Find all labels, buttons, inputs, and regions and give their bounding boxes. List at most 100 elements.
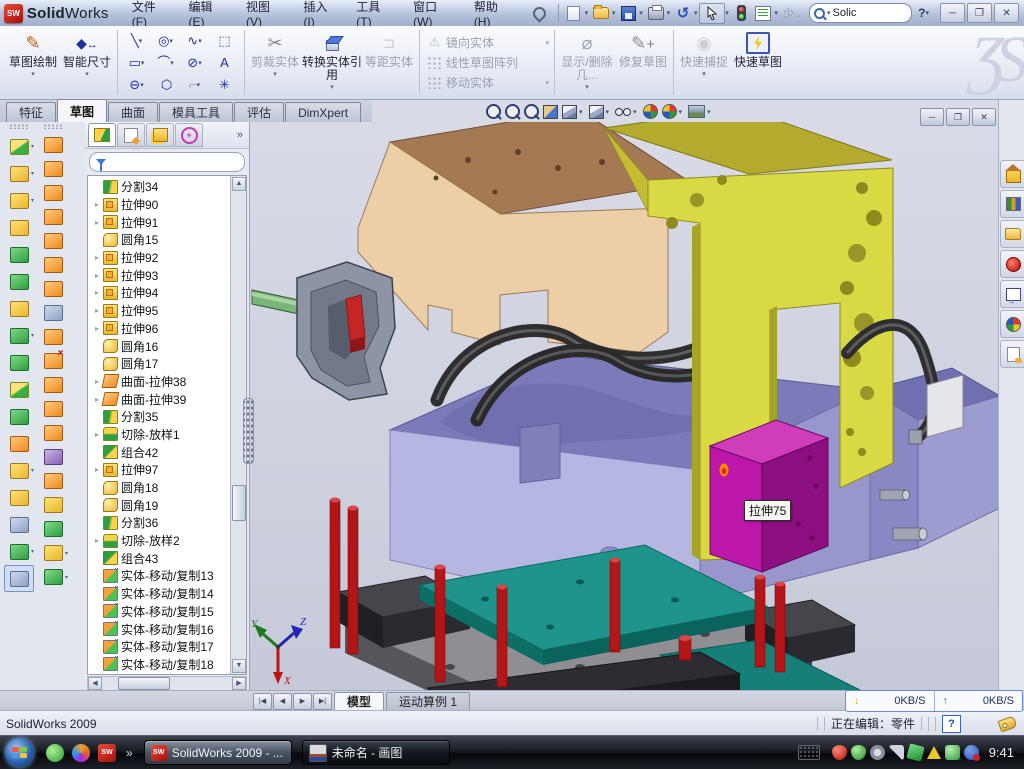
print-button[interactable]	[646, 4, 666, 22]
quick-launch-chevron[interactable]: »	[126, 746, 133, 760]
task-pane-solidworks-resources-tab[interactable]	[1000, 250, 1024, 278]
untrim-surface-tool[interactable]	[38, 445, 68, 469]
undo-button[interactable]: ↺	[673, 4, 693, 22]
dropdown-arrow-icon[interactable]: ▾	[579, 108, 583, 116]
dropdown-arrow-icon[interactable]: ▾	[65, 574, 68, 581]
panel-splitter-handle[interactable]	[243, 398, 254, 464]
tree-item-拉伸95[interactable]: ▸拉伸95	[88, 302, 231, 320]
reference-axis-tool[interactable]	[4, 511, 34, 538]
planar-surface-tool[interactable]	[38, 277, 68, 301]
smart-dimension-button[interactable]: ◆↔ 智能尺寸 ▾	[60, 26, 114, 99]
chamfer-tool[interactable]	[4, 214, 34, 241]
tab-DimXpert[interactable]: DimXpert	[285, 102, 361, 122]
dropdown-arrow-icon[interactable]: ▾	[198, 59, 202, 67]
tray-security-green-icon[interactable]	[851, 745, 866, 760]
dropdown-arrow-icon[interactable]: ▾	[139, 37, 143, 45]
last-tab-button[interactable]: ▶|	[313, 693, 332, 710]
restore-button[interactable]: ❐	[967, 3, 992, 23]
thicken-tool[interactable]	[38, 469, 68, 493]
line-tool[interactable]: ╲▾	[123, 30, 152, 52]
start-button[interactable]	[5, 738, 34, 767]
taskbar-button-paint[interactable]: 未命名 - 画图	[302, 740, 450, 765]
options-button[interactable]	[754, 4, 774, 22]
minimize-button[interactable]: ─	[940, 3, 965, 23]
zoom-area-button[interactable]	[505, 104, 520, 119]
dropdown-arrow-icon[interactable]: ▾	[31, 197, 34, 204]
lofted-boss-tool[interactable]	[4, 241, 34, 268]
task-pane-custom-properties-tab[interactable]	[1000, 340, 1024, 368]
model-canvas[interactable]: Y Z X	[250, 122, 998, 690]
move-copy-body-tool[interactable]	[4, 430, 34, 457]
dropdown-arrow-icon[interactable]: ▾	[170, 59, 174, 67]
scrollbar-thumb[interactable]	[232, 485, 246, 521]
extruded-cut-tool[interactable]: ▾	[4, 160, 34, 187]
tree-item-拉伸90[interactable]: ▸拉伸90	[88, 196, 231, 214]
split-tool[interactable]	[4, 349, 34, 376]
view-settings-button[interactable]: ▾	[688, 105, 713, 118]
dropdown-arrow-icon[interactable]: ▾	[198, 37, 202, 45]
dropdown-arrow-icon[interactable]: ▾	[65, 550, 68, 557]
configuration-manager-tab[interactable]	[146, 123, 174, 147]
taskbar-button-solidworks[interactable]: SW SolidWorks 2009 - ...	[144, 740, 292, 765]
graphics-viewport[interactable]: ▾▾▾▾▾ ─ ❐ ✕	[250, 100, 998, 690]
previous-tab-button[interactable]: ◀	[273, 693, 292, 710]
fillet-surface-tool[interactable]	[38, 493, 68, 517]
tray-sync-icon[interactable]	[906, 743, 924, 761]
tree-item-实体-移动/复制15[interactable]: 实体-移动/复制15	[88, 603, 231, 621]
dropdown-arrow-icon[interactable]: ▾	[31, 548, 34, 555]
tree-filter-input[interactable]	[89, 152, 245, 172]
tree-item-拉伸96[interactable]: ▸拉伸96	[88, 320, 231, 338]
ruled-surface-tool[interactable]	[38, 325, 68, 349]
reference-plane-tool[interactable]	[4, 484, 34, 511]
slot-tool[interactable]: ⊖▾	[123, 74, 152, 96]
panel-overflow-chevron[interactable]: »	[237, 129, 243, 141]
expand-arrow-icon[interactable]: ▸	[92, 395, 102, 404]
offset-entities-button[interactable]: ⊐ 等距实体	[362, 26, 416, 99]
tree-item-圆角15[interactable]: 圆角15	[88, 231, 231, 249]
wrap-tool[interactable]	[4, 295, 34, 322]
expand-arrow-icon[interactable]: ▸	[92, 465, 102, 474]
tree-item-圆角19[interactable]: 圆角19	[88, 496, 231, 514]
tree-item-圆角16[interactable]: 圆角16	[88, 337, 231, 355]
dropdown-arrow-icon[interactable]: ▾	[197, 81, 201, 89]
tree-item-切除-放样1[interactable]: ▸切除-放样1	[88, 426, 231, 444]
search-box[interactable]: ▾ Solic	[809, 3, 912, 23]
scroll-left-arrow[interactable]: ◀	[88, 677, 102, 690]
shell-tool[interactable]	[4, 268, 34, 295]
extruded-surface-tool[interactable]	[38, 181, 68, 205]
tree-item-曲面-拉伸38[interactable]: ▸曲面-拉伸38	[88, 373, 231, 391]
dropdown-arrow-icon[interactable]: ▾	[31, 332, 34, 339]
quick-launch-solidworks-icon[interactable]: SW	[98, 744, 116, 762]
reference-point-2-tool[interactable]: ▾	[38, 541, 68, 565]
property-manager-tab[interactable]	[117, 123, 145, 147]
freeform-tool[interactable]	[38, 517, 68, 541]
tree-item-实体-移动/复制16[interactable]: 实体-移动/复制16	[88, 620, 231, 638]
help-button[interactable]: ?	[918, 6, 925, 20]
tree-item-拉伸91[interactable]: ▸拉伸91	[88, 213, 231, 231]
helix-2-tool[interactable]: ▾	[38, 565, 68, 589]
circle-tool[interactable]: ◎▾	[152, 30, 181, 52]
apply-scene-button[interactable]: ▾	[662, 104, 685, 119]
expand-arrow-icon[interactable]: ▸	[92, 253, 102, 262]
rebuild-button[interactable]	[732, 4, 752, 22]
tab-评估[interactable]: 评估	[234, 102, 284, 122]
toolbar-grip[interactable]	[43, 124, 63, 129]
tree-item-拉伸93[interactable]: ▸拉伸93	[88, 266, 231, 284]
ellipse-tool[interactable]: ⊘▾	[181, 52, 210, 74]
dropdown-arrow-icon[interactable]: ▾	[31, 170, 34, 177]
extend-surface-tool[interactable]	[38, 397, 68, 421]
trim-surface-tool[interactable]	[38, 421, 68, 445]
select-tool-button[interactable]	[699, 3, 725, 24]
pin-menu-icon[interactable]	[530, 4, 548, 22]
tray-shield-plus-icon[interactable]	[945, 745, 960, 760]
tree-item-圆角17[interactable]: 圆角17	[88, 355, 231, 373]
tree-item-分割34[interactable]: 分割34	[88, 178, 231, 196]
boundary-surface-tool[interactable]	[38, 205, 68, 229]
sketch-button[interactable]: ✎ 草图绘制 ▾	[6, 26, 60, 99]
tree-item-圆角18[interactable]: 圆角18	[88, 479, 231, 497]
spline-tool[interactable]: ∿▾	[181, 30, 210, 52]
tray-security-red-icon[interactable]	[832, 745, 847, 760]
open-button[interactable]	[591, 4, 611, 22]
task-pane-view-palette-tab[interactable]	[1000, 280, 1024, 308]
next-tab-button[interactable]: ▶	[293, 693, 312, 710]
